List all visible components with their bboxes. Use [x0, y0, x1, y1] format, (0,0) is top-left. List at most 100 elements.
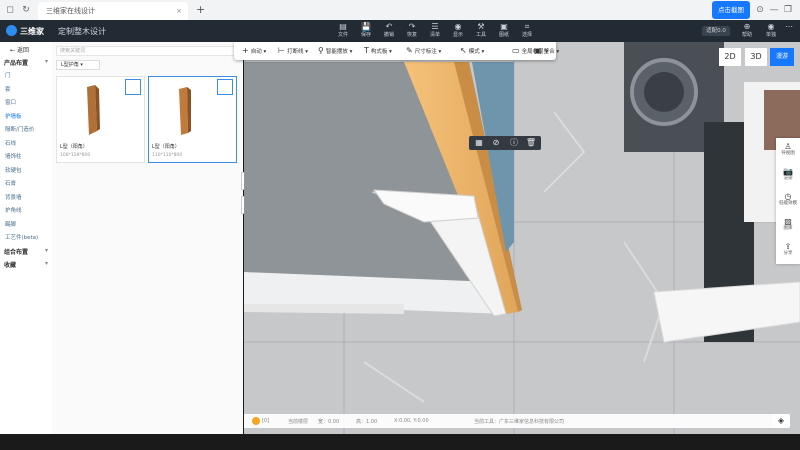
- help-button[interactable]: ⊕ 帮助: [736, 22, 758, 41]
- more-button[interactable]: ⋯: [778, 22, 800, 41]
- version-badge[interactable]: 适配0.0: [702, 26, 730, 36]
- info-icon[interactable]: ⓘ: [508, 138, 520, 148]
- bottom-strip: [0, 434, 800, 450]
- product-card-selected[interactable]: L型（阳角） 110*110*800: [148, 76, 237, 163]
- wrench-icon: ⚒: [477, 22, 485, 31]
- sidebar-item[interactable]: 背景墙: [5, 193, 22, 201]
- menu-save-button[interactable]: 💾 保存: [355, 22, 377, 41]
- save-icon: 💾: [361, 22, 371, 31]
- screenshot-button[interactable]: 点击截图: [712, 1, 750, 19]
- toolbar-icon: ⚲: [318, 46, 324, 55]
- menu-wrench-button[interactable]: ⚒ 工具: [470, 22, 492, 41]
- settings-icon[interactable]: ⊙: [754, 4, 766, 16]
- clock-icon: ◷: [784, 192, 792, 201]
- product-card[interactable]: L型（阳角） 108*128*800: [56, 76, 145, 163]
- menu-file-button[interactable]: ▤ 文件: [332, 22, 354, 41]
- toolbar-icon: ▭: [512, 46, 520, 55]
- type-filter-select[interactable]: L型护角 ▾: [56, 60, 100, 70]
- watermark-subtext: ZHIJIANGE: [17, 427, 43, 433]
- sidebar-item[interactable]: 窗口: [5, 98, 16, 106]
- maximize-icon[interactable]: ❐: [782, 4, 794, 16]
- rail-picture-button[interactable]: ▨ 图库: [776, 217, 800, 232]
- more-icon: ⋯: [785, 22, 793, 31]
- menu-redo-button[interactable]: ↷ 恢复: [401, 22, 423, 41]
- product-panel: 搜索关键词 L型护角 ▾ L型（阳角） 108*128*800 L型（阳角） 1…: [52, 42, 243, 434]
- toolbar-icon: +: [242, 46, 249, 55]
- toolbar-button[interactable]: ⚲ 智能摆放 ▾: [318, 46, 352, 55]
- cube-view-icon[interactable]: ◈: [772, 414, 790, 428]
- notification-badge[interactable]: [252, 417, 260, 425]
- sidebar-item[interactable]: 工艺件(beta): [5, 233, 38, 241]
- list-icon: ☰: [431, 22, 439, 31]
- browser-back-icon[interactable]: ◻: [4, 4, 16, 16]
- minimize-icon[interactable]: —: [768, 4, 780, 16]
- delete-icon[interactable]: 🗑: [525, 138, 537, 148]
- sidebar-item[interactable]: 套: [5, 85, 11, 93]
- product-name: L型（阳角）: [152, 144, 180, 150]
- sidebar-item[interactable]: 软硬包: [5, 166, 22, 174]
- sidebar-item[interactable]: 石膏: [5, 179, 16, 187]
- status-bar: [0] 当前楼层 宽：0.00 高：1.00 X:0.00, Y:0.00 当前…: [244, 414, 774, 428]
- sidebar-item[interactable]: 踢脚: [5, 220, 16, 228]
- thumbnail-frame: [125, 79, 141, 95]
- new-tab-icon[interactable]: +: [196, 3, 205, 16]
- hide-icon[interactable]: ⊘: [490, 138, 502, 148]
- rail-label: 渲染: [783, 176, 793, 181]
- status-height: 高：1.00: [356, 419, 378, 425]
- filter-value: L型护角: [61, 62, 79, 68]
- camera-icon: 📷: [783, 167, 793, 176]
- back-button[interactable]: ← 返回: [10, 45, 29, 54]
- toolbar-label: 智能摆放: [325, 49, 348, 55]
- section-title: 收藏: [4, 261, 17, 269]
- sidebar-item[interactable]: 墙饰柱: [5, 152, 22, 160]
- edit-toolbar: + 自动 ▾ ⊢ 打断线 ▾ ⚲ 智能摆放 ▾ T 构式板 ▾ ✎ 尺寸标注 ▾ ↖ 模式 ▾ ▭ 全局布…: [234, 42, 559, 60]
- toolbar-button[interactable]: ↖ 模式 ▾: [460, 46, 484, 55]
- sidebar-item[interactable]: 护角线: [5, 206, 22, 214]
- toolbar-icon: ✎: [406, 46, 413, 55]
- rail-label: 分享: [783, 251, 793, 256]
- search-input[interactable]: 搜索关键词: [56, 46, 239, 56]
- roam-button[interactable]: 漫游: [770, 48, 794, 66]
- toolbar-label: 构式板: [370, 49, 388, 55]
- sidebar-item[interactable]: 隔断/门造价: [5, 125, 34, 133]
- app-header: 三维家 定制整木设计 适配0.0 ⊕ 帮助 ◉ 单独 ⋯ ▤ 文件 💾 保存 ↶ 撤销 ↷ 恢复 ☰…: [0, 20, 800, 42]
- grid-icon[interactable]: ▦: [473, 138, 485, 148]
- close-icon[interactable]: ×: [176, 2, 182, 20]
- reload-icon[interactable]: ↻: [20, 4, 32, 16]
- menu-undo-button[interactable]: ↶ 撤销: [378, 22, 400, 41]
- menu-eye-button[interactable]: ◉ 显示: [447, 22, 469, 41]
- rail-share-button[interactable]: ⇪ 分享: [776, 242, 800, 257]
- browser-tab[interactable]: 三维家在线设计 ×: [38, 2, 188, 20]
- menu-ruler-button[interactable]: ⌗ 选择: [516, 22, 538, 41]
- toolbar-button[interactable]: T 构式板 ▾: [364, 46, 392, 55]
- status-tool: 当前工具：广东三维家信息科技有限公司: [474, 419, 565, 425]
- toolbar-button[interactable]: ▣ 整合 ▾: [534, 46, 559, 55]
- sidebar-section-header[interactable]: 组合布置 ▾: [4, 247, 48, 256]
- rail-person-button[interactable]: ♙ 导视图: [776, 142, 800, 157]
- file-icon: ▤: [339, 22, 347, 31]
- toolbar-label: 尺寸标注: [414, 49, 437, 55]
- sidebar-item[interactable]: 石线: [5, 139, 16, 147]
- rail-camera-button[interactable]: 📷 渲染: [776, 167, 800, 182]
- rail-clock-button[interactable]: ◷ 低能效模: [776, 192, 800, 207]
- product-dimensions: 108*128*800: [60, 153, 91, 158]
- sidebar-item[interactable]: 护墙板: [5, 112, 22, 120]
- product-name: L型（阳角）: [60, 144, 88, 150]
- 3d-viewport[interactable]: [244, 42, 800, 434]
- toolbar-button[interactable]: ✎ 尺寸标注 ▾: [406, 46, 441, 55]
- view-2d-button[interactable]: 2D: [719, 48, 741, 66]
- menu-list-button[interactable]: ☰ 清单: [424, 22, 446, 41]
- view-3d-button[interactable]: 3D: [745, 48, 767, 66]
- sidebar-section-header[interactable]: 收藏 ▾: [4, 260, 48, 269]
- toolbar-button[interactable]: ⊢ 打断线 ▾: [278, 46, 308, 55]
- status-floor-index: [0]: [262, 418, 270, 424]
- watermark-logo: 剑王: [14, 392, 41, 407]
- design-mode[interactable]: 定制整木设计: [58, 26, 106, 37]
- toolbar-icon: ⊢: [278, 46, 285, 55]
- scene-render: [244, 42, 800, 434]
- menu-image-button[interactable]: ▣ 图纸: [493, 22, 515, 41]
- menu-label: 文件: [337, 32, 348, 38]
- sidebar-item[interactable]: 门: [5, 71, 11, 79]
- toolbar-button[interactable]: + 自动 ▾: [242, 46, 266, 55]
- sidebar-section-header[interactable]: 产品布置 ▾: [4, 58, 48, 67]
